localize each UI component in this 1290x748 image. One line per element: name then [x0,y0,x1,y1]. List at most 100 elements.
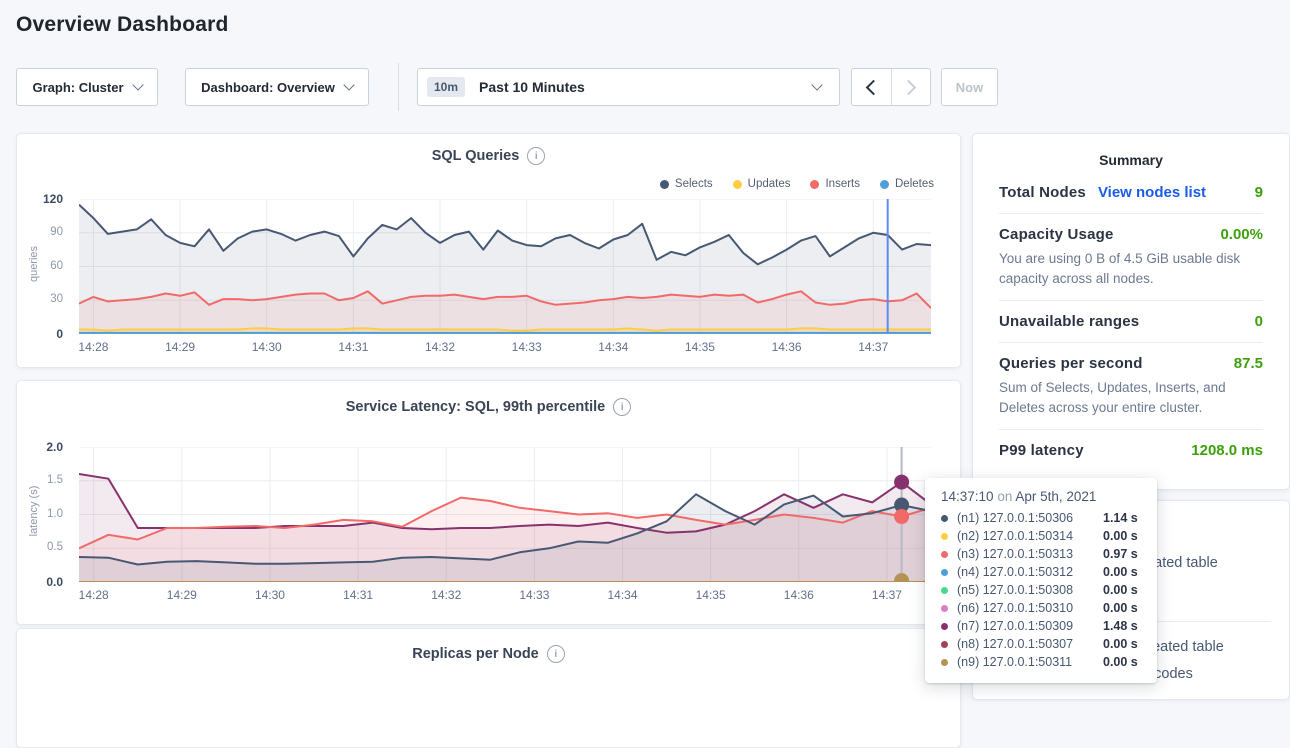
summary-value: 1208.0 ms [1191,442,1263,459]
chevron-left-icon [865,79,881,95]
replicas-per-node-card: Replicas per Node i [16,628,961,748]
service-latency-chart-canvas[interactable] [79,447,931,582]
graph-dropdown-label: Graph: Cluster [32,80,123,95]
tooltip-node-row: (n1) 127.0.0.1:503061.14 s [941,509,1141,527]
y-axis-ticks: 0306090120 [19,199,71,334]
time-range-label: Past 10 Minutes [479,79,585,95]
highlighted-data-point [894,509,909,524]
summary-row: Queries per second 87.5 Sum of Selects, Up… [999,343,1263,430]
tooltip-node-label: (n3) 127.0.0.1:50313 [957,547,1103,561]
legend-color-dot [660,180,669,189]
legend-item-updates[interactable]: Updates [733,178,791,190]
tooltip-node-value: 0.97 s [1103,547,1138,561]
y-tick-label: 0 [3,327,63,341]
tooltip-node-value: 1.48 s [1103,619,1138,633]
chart-hover-tooltip: 14:37:10 on Apr 5th, 2021 (n1) 127.0.0.1… [925,478,1157,683]
tooltip-node-row: (n7) 127.0.0.1:503091.48 s [941,617,1141,635]
x-tick-label: 14:37 [858,340,888,354]
chevron-down-icon [811,79,822,90]
series-color-dot [941,659,948,666]
y-tick-label: 2.0 [3,440,63,454]
y-tick-label: 30 [3,293,63,305]
legend-color-dot [733,180,742,189]
info-icon[interactable]: i [613,398,631,416]
next-time-button[interactable] [891,69,931,105]
series-color-dot [941,623,948,630]
chart-legend: Selects Updates Inserts Deletes [660,178,934,190]
time-step-buttons [851,68,931,106]
y-tick-label: 1.5 [3,474,63,486]
legend-label: Selects [675,178,713,190]
tooltip-node-row: (n2) 127.0.0.1:503140.00 s [941,527,1141,545]
tooltip-node-row: (n8) 127.0.0.1:503070.00 s [941,635,1141,653]
time-range-badge: 10m [427,77,465,97]
y-tick-label: 0.0 [3,575,63,589]
series-color-dot [941,515,948,522]
sql-queries-chart-canvas[interactable] [79,199,931,334]
y-tick-label: 60 [3,260,63,272]
summary-description: Sum of Selects, Updates, Inserts, and De… [999,378,1263,417]
chart-title: SQL Queries [432,148,520,164]
tooltip-node-label: (n1) 127.0.0.1:50306 [957,511,1103,525]
tooltip-node-value: 0.00 s [1103,583,1138,597]
x-tick-label: 14:28 [78,340,108,354]
summary-row: Capacity Usage0.00%You are using 0 B of … [999,214,1263,301]
legend-item-inserts[interactable]: Inserts [810,178,860,190]
info-icon[interactable]: i [547,645,565,663]
x-axis-ticks: 14:2814:2914:3014:3114:3214:3314:3414:35… [79,588,931,604]
x-tick-label: 14:30 [252,340,282,354]
sql-queries-card: SQL Queries i Selects Updates Inserts Delet… [16,133,961,368]
summary-value: 0 [1255,313,1263,330]
summary-title: Summary [999,152,1263,168]
tooltip-node-label: (n7) 127.0.0.1:50309 [957,619,1103,633]
chevron-down-icon [132,79,143,90]
x-tick-label: 14:33 [512,340,542,354]
dashboard-dropdown-label: Dashboard: Overview [201,80,335,95]
series-color-dot [941,551,948,558]
divider [398,63,399,111]
tooltip-node-value: 0.00 s [1103,529,1138,543]
tooltip-node-row: (n5) 127.0.0.1:503080.00 s [941,581,1141,599]
x-axis-ticks: 14:2814:2914:3014:3114:3214:3314:3414:35… [79,340,931,356]
info-icon[interactable]: i [527,147,545,165]
legend-color-dot [810,180,819,189]
y-tick-label: 120 [3,192,63,206]
summary-value: 87.5 [1234,355,1263,372]
x-tick-label: 14:32 [431,588,461,602]
x-tick-label: 14:29 [167,588,197,602]
summary-description: You are using 0 B of 4.5 GiB usable disk… [999,249,1263,288]
tooltip-node-value: 1.14 s [1103,511,1138,525]
chart-title: Service Latency: SQL, 99th percentile [346,399,606,415]
summary-value: 9 [1255,184,1263,201]
tooltip-node-value: 0.00 s [1103,565,1138,579]
series-color-dot [941,569,948,576]
view-nodes-list-link[interactable]: View nodes list [1098,184,1206,201]
previous-time-button[interactable] [852,69,891,105]
legend-item-selects[interactable]: Selects [660,178,713,190]
chart-title: Replicas per Node [412,646,539,662]
tooltip-node-label: (n5) 127.0.0.1:50308 [957,583,1103,597]
x-tick-label: 14:34 [608,588,638,602]
tooltip-node-row: (n3) 127.0.0.1:503130.97 s [941,545,1141,563]
x-tick-label: 14:31 [343,588,373,602]
legend-item-deletes[interactable]: Deletes [880,178,934,190]
tooltip-node-label: (n6) 127.0.0.1:50310 [957,601,1103,615]
x-tick-label: 14:35 [685,340,715,354]
time-range-selector[interactable]: 10m Past 10 Minutes [417,68,840,106]
tooltip-node-label: (n8) 127.0.0.1:50307 [957,637,1103,651]
x-tick-label: 14:31 [338,340,368,354]
x-tick-label: 14:32 [425,340,455,354]
summary-label: Queries per second [999,355,1143,372]
x-tick-label: 14:34 [598,340,628,354]
graph-dropdown[interactable]: Graph: Cluster [16,68,158,106]
series-color-dot [941,587,948,594]
highlighted-data-point [894,475,909,490]
legend-label: Deletes [895,178,934,190]
y-tick-label: 0.5 [3,541,63,553]
dashboard-dropdown[interactable]: Dashboard: Overview [185,68,369,106]
series-color-dot [941,533,948,540]
x-tick-label: 14:28 [79,588,109,602]
summary-value: 0.00% [1220,226,1263,243]
tooltip-node-value: 0.00 s [1103,601,1138,615]
tooltip-node-row: (n6) 127.0.0.1:503100.00 s [941,599,1141,617]
